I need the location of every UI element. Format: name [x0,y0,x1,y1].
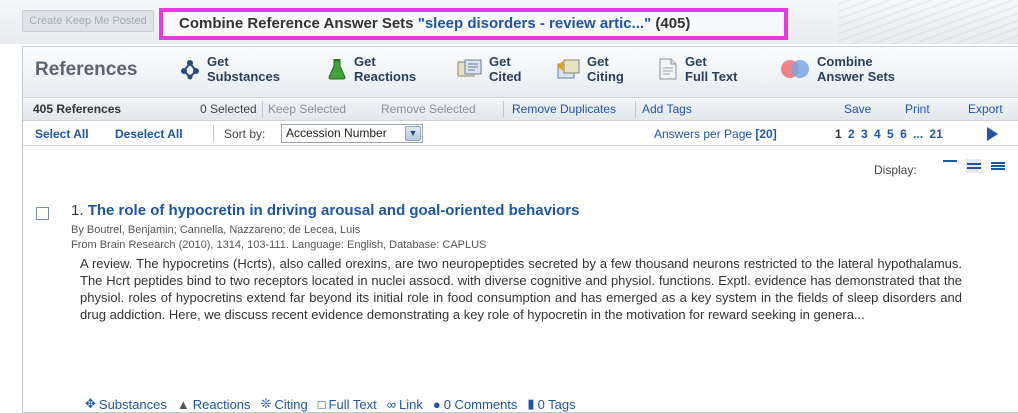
reactions-label: Reactions [192,396,251,412]
venn-icon [779,58,811,80]
citing-link[interactable]: ❊ Citing [261,396,308,412]
get-cited-line1: Get [489,54,511,69]
flask-icon [326,58,348,80]
get-full-text-line2: Full Text [685,69,738,84]
result-number: 1. [71,202,84,219]
display-medium-icon[interactable] [966,159,982,173]
page-links[interactable]: 2 3 4 5 6 ... 21 [848,127,943,141]
next-page-icon[interactable] [987,127,998,141]
comment-icon: ● [432,396,441,412]
sort-by-select[interactable]: Accession Number ▼ [281,124,423,143]
title-query-link[interactable]: "sleep disorders - review artic..." [418,15,652,32]
remove-duplicates-button[interactable]: Remove Duplicates [512,102,616,116]
answers-per-page-label: Answers per Page [654,127,756,141]
references-count: 405 References [33,102,122,116]
citing-icon: ❊ [260,396,272,411]
sort-bar: Select All Deselect All Sort by: Accessi… [23,122,1018,146]
sort-by-label: Sort by: [224,127,266,141]
chevron-down-icon[interactable]: ▼ [405,126,421,141]
title-count: (405) [651,15,691,32]
get-citing-line2: Citing [587,69,624,84]
result-abstract: A review. The hypocretins (Hcrts), also … [80,256,962,322]
get-substances-button[interactable]: Get Substances [179,54,280,90]
export-button[interactable]: Export [968,102,1003,116]
combine-line1: Combine [817,54,873,69]
display-label: Display: [874,163,917,177]
save-button[interactable]: Save [844,102,871,116]
separator [213,125,214,142]
keep-selected-button[interactable]: Keep Selected [268,102,346,116]
citing-icon [555,58,581,80]
answer-set-title: Combine Reference Answer Sets "sleep dis… [159,8,788,40]
answers-per-page-value[interactable]: [20] [755,127,776,141]
result-checkbox[interactable] [36,207,49,220]
document-icon [657,58,679,80]
substances-label: Substances [98,396,167,412]
tag-icon: ▮ [527,396,535,411]
print-button[interactable]: Print [905,102,930,116]
substances-icon: ✥ [85,396,96,411]
references-toolbar: References Get Substances Get Reactions Ge… [23,47,1018,98]
display-compact-icon[interactable] [942,159,958,173]
action-bar: 405 References 0 Selected Keep Selected … [23,99,1018,121]
link-link[interactable]: ∞ Link [387,396,423,412]
deselect-all-link[interactable]: Deselect All [115,127,183,141]
result-title-link[interactable]: The role of hypocretin in driving arousa… [88,202,580,219]
reactions-link[interactable]: ▲ Reactions [177,396,251,412]
get-cited-line2: Cited [489,69,522,84]
create-keep-me-posted-button[interactable]: Create Keep Me Posted [22,10,154,32]
references-panel: References Get Substances Get Reactions Ge… [22,46,1018,413]
get-citing-button[interactable]: Get Citing [555,54,624,90]
tags-link[interactable]: ▮ 0 Tags [527,396,575,412]
get-reactions-line1: Get [354,54,376,69]
get-reactions-line2: Reactions [354,69,417,84]
get-substances-line1: Get [207,54,229,69]
separator [503,101,504,118]
full-text-link[interactable]: □ Full Text [318,396,377,412]
sort-by-value: Accession Number [286,126,387,140]
title-prefix: Combine Reference Answer Sets [179,15,418,32]
cited-icon [457,58,483,80]
current-page: 1 [835,127,842,141]
full-text-label: Full Text [328,396,377,412]
title-bar: Create Keep Me Posted Combine Reference … [0,0,1018,44]
document-icon: □ [317,396,326,412]
result-links: ✥ Substances ▲ Reactions ❊ Citing □ Full Tex… [85,396,576,412]
result-authors: By Boutrel, Benjamin; Cannella, Nazzaren… [71,224,361,236]
separator [635,101,636,118]
background-texture [838,0,1018,44]
display-full-icon[interactable] [990,159,1006,173]
combine-answer-sets-button[interactable]: Combine Answer Sets [779,54,895,90]
selected-count: 0 Selected [200,102,257,116]
substances-icon [179,58,201,80]
chain-link-icon: ∞ [386,396,396,412]
combine-line2: Answer Sets [817,69,896,84]
remove-selected-button[interactable]: Remove Selected [381,102,476,116]
separator [262,101,263,118]
answers-per-page[interactable]: Answers per Page [20] [654,127,777,141]
flask-icon: ▲ [176,396,190,412]
link-label: Link [399,396,423,412]
get-full-text-line1: Get [685,54,707,69]
page-title: References [35,59,138,80]
get-citing-line1: Get [587,54,609,69]
pagination: 1 2 3 4 5 6 ... 21 [835,127,943,141]
add-tags-button[interactable]: Add Tags [642,102,692,116]
get-substances-line2: Substances [207,69,280,84]
select-all-link[interactable]: Select All [35,127,89,141]
comments-label: 0 Comments [443,396,518,412]
result-source: From Brain Research (2010), 1314, 103-11… [71,239,487,251]
get-reactions-button[interactable]: Get Reactions [326,54,416,90]
citing-label: Citing [274,396,308,412]
tags-label: 0 Tags [537,396,576,412]
result-title: 1. The role of hypocretin in driving aro… [71,202,579,219]
get-full-text-button[interactable]: Get Full Text [657,54,737,90]
substances-link[interactable]: ✥ Substances [85,396,167,412]
comments-link[interactable]: ● 0 Comments [433,396,518,412]
get-cited-button[interactable]: Get Cited [457,54,522,90]
